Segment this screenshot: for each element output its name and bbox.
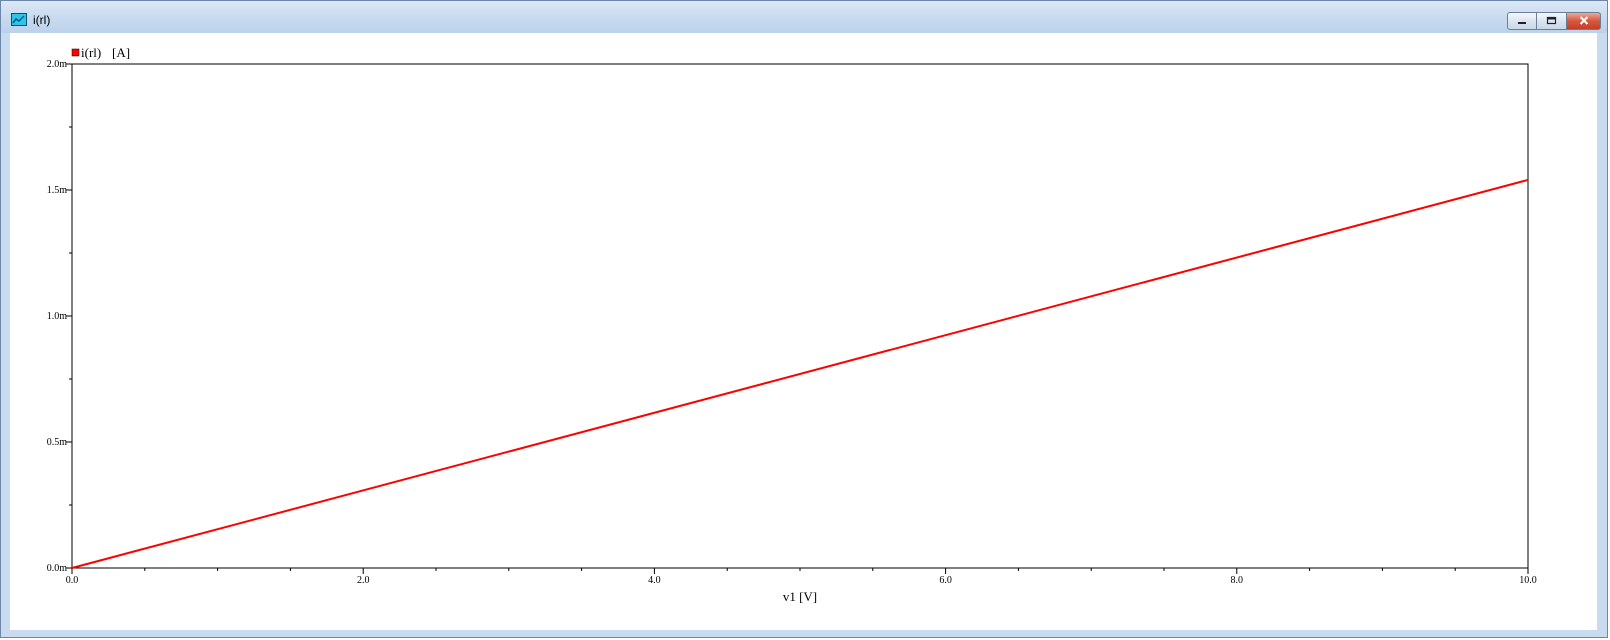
title-bar[interactable]: i(rl) (1, 1, 1607, 33)
restore-icon (1546, 15, 1557, 28)
y-tick-label: 1.5m (47, 185, 68, 196)
legend-label: i(rl) (81, 45, 101, 60)
plot-frame (71, 63, 1529, 569)
chart[interactable]: 0.0m 0.5m 1.0m 1.5m 2.0m 0.0 2.0 4.0 6.0 8.0 10.0… (10, 33, 1597, 630)
x-tick-label: 6.0 (939, 575, 952, 586)
close-button[interactable] (1567, 12, 1601, 30)
window-controls (1507, 12, 1601, 30)
x-tick-label: 4.0 (648, 575, 661, 586)
minimize-icon (1517, 15, 1527, 28)
x-axis: 0.0 2.0 4.0 6.0 8.0 10.0 (66, 568, 1537, 586)
y-tick-label: 1.0m (47, 311, 68, 322)
plot-area: 0.0m 0.5m 1.0m 1.5m 2.0m 0.0 2.0 4.0 6.0 8.0 10.0… (10, 33, 1597, 630)
legend-unit: [A] (112, 45, 130, 60)
restore-button[interactable] (1537, 12, 1567, 30)
graph-window: i(rl) 0.0m 0.5m 1.0m 1.5m 2.0m 0.0 2.0 4… (0, 0, 1608, 638)
window-title: i(rl) (33, 13, 51, 27)
x-tick-label: 10.0 (1519, 575, 1537, 586)
close-icon (1579, 15, 1589, 28)
x-axis-title: v1 [V] (783, 589, 817, 604)
x-tick-label: 0.0 (66, 575, 79, 586)
legend: i(rl) [A] (71, 45, 130, 60)
x-tick-label: 2.0 (357, 575, 370, 586)
y-tick-label: 0.0m (47, 563, 68, 574)
y-tick-label: 2.0m (47, 59, 68, 70)
x-tick-label: 8.0 (1231, 575, 1244, 586)
graph-window-icon[interactable] (11, 13, 27, 26)
y-tick-label: 0.5m (47, 437, 68, 448)
minimize-button[interactable] (1507, 12, 1537, 30)
legend-swatch (71, 48, 80, 57)
y-axis: 0.0m 0.5m 1.0m 1.5m 2.0m (47, 59, 72, 574)
